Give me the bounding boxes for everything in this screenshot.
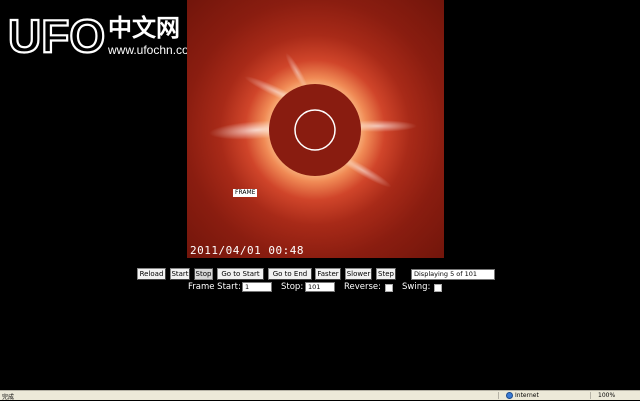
stop-input[interactable]: 101 bbox=[305, 282, 335, 292]
step-button[interactable]: Step bbox=[376, 268, 396, 280]
globe-icon bbox=[506, 392, 513, 399]
stop-button[interactable]: Stop bbox=[194, 268, 213, 280]
frame-start-input[interactable]: 1 bbox=[242, 282, 272, 292]
frame-label: FRAME bbox=[233, 189, 258, 197]
logo-url-text: www.ufochn.com bbox=[107, 43, 199, 57]
security-zone: Internet bbox=[506, 391, 539, 400]
stop-label: Stop: bbox=[281, 282, 304, 292]
reverse-checkbox[interactable] bbox=[385, 284, 393, 292]
status-divider bbox=[498, 392, 499, 399]
frame-timestamp: 2011/04/01 00:48 bbox=[190, 244, 304, 257]
occulting-disk bbox=[269, 84, 361, 176]
browser-status-bar: 完成 Internet 100% bbox=[0, 390, 640, 401]
zoom-level[interactable]: 100% bbox=[598, 392, 615, 399]
faster-button[interactable]: Faster bbox=[315, 268, 341, 280]
slower-button[interactable]: Slower bbox=[345, 268, 372, 280]
frame-start-label: Frame Start: bbox=[188, 282, 241, 292]
frame-display-field[interactable]: Displaying 5 of 101 bbox=[411, 269, 495, 280]
logo-brand-text: UFO bbox=[8, 10, 105, 60]
swing-checkbox[interactable] bbox=[434, 284, 442, 292]
coronagraph-image: FRAME 2011/04/01 00:48 bbox=[187, 0, 444, 258]
status-divider bbox=[590, 392, 591, 399]
logo-cn-text: 中文网 bbox=[108, 14, 180, 42]
go-to-start-button[interactable]: Go to Start bbox=[217, 268, 264, 280]
corona-graphic bbox=[209, 52, 417, 188]
reload-button[interactable]: Reload bbox=[137, 268, 166, 280]
site-logo: UFO 中文网 www.ufochn.com bbox=[8, 8, 208, 60]
go-to-end-button[interactable]: Go to End bbox=[268, 268, 312, 280]
reverse-label: Reverse: bbox=[344, 282, 382, 292]
zone-label: Internet bbox=[515, 392, 539, 399]
start-button[interactable]: Start bbox=[170, 268, 190, 280]
swing-label: Swing: bbox=[402, 282, 431, 292]
